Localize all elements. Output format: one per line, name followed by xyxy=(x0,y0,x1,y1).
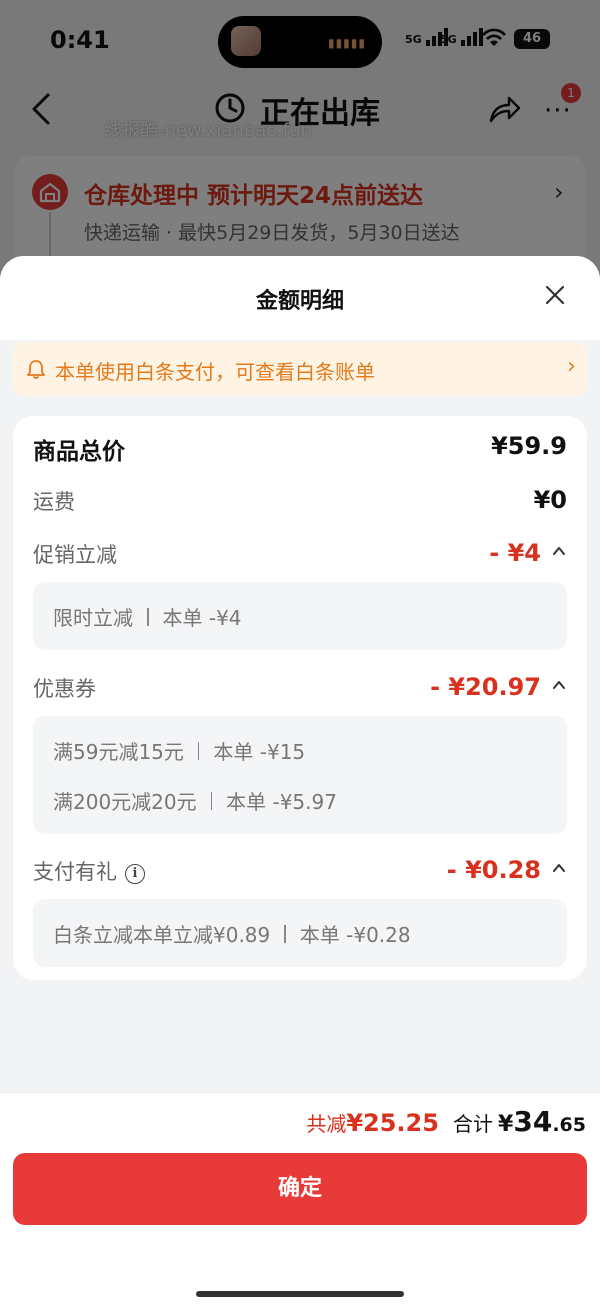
info-icon[interactable]: i xyxy=(125,864,145,884)
chevron-up-icon[interactable] xyxy=(551,677,567,693)
close-icon[interactable] xyxy=(542,282,568,308)
payment-gift-row[interactable]: 支付有礼 i - ¥0.28 xyxy=(33,856,567,888)
confirm-button[interactable]: 确定 xyxy=(13,1153,587,1225)
total-label: 合计 xyxy=(452,1112,493,1136)
coupon-detail-line: 满200元减20元 本单 -¥5.97 xyxy=(53,786,337,815)
detail-amount: 本单 -¥4 xyxy=(162,606,242,630)
coupon-row[interactable]: 优惠券 - ¥20.97 xyxy=(33,673,567,705)
promotion-value: - ¥4 xyxy=(489,539,541,567)
shipping-value: ¥0 xyxy=(533,486,567,514)
payment-gift-detail-box: 白条立减本单立减¥0.89 本单 -¥0.28 xyxy=(33,899,567,967)
detail-name: 限时立减 xyxy=(53,606,133,630)
goods-total-label: 商品总价 xyxy=(33,439,125,465)
shipping-row: 运费 ¥0 xyxy=(33,486,567,518)
chevron-up-icon[interactable] xyxy=(551,860,567,876)
coupon-label: 优惠券 xyxy=(33,677,96,701)
bell-icon xyxy=(27,360,45,379)
total-integer: 34 xyxy=(513,1105,553,1138)
divider xyxy=(284,925,286,943)
amount-detail-sheet: 金额明细 本单使用白条支付，可查看白条账单 › 商品总价 ¥59.9 运费 ¥0… xyxy=(0,256,600,1306)
payment-gift-detail-line: 白条立减本单立减¥0.89 本单 -¥0.28 xyxy=(53,919,411,948)
divider xyxy=(210,792,213,810)
payment-gift-label-wrap: 支付有礼 i xyxy=(33,856,145,886)
notice-text: 本单使用白条支付，可查看白条账单 xyxy=(55,360,375,384)
payment-gift-label: 支付有礼 xyxy=(33,860,117,884)
total-discount-amount: ¥25.25 xyxy=(346,1109,439,1137)
divider xyxy=(197,742,200,760)
detail-name: 满200元减20元 xyxy=(53,790,197,814)
detail-amount: 本单 -¥5.97 xyxy=(226,790,337,814)
payment-gift-value: - ¥0.28 xyxy=(446,856,541,884)
sheet-header: 金额明细 xyxy=(0,256,600,340)
promotion-row[interactable]: 促销立减 - ¥4 xyxy=(33,539,567,571)
promotion-detail-box: 限时立减 本单 -¥4 xyxy=(33,582,567,650)
chevron-right-icon: › xyxy=(567,354,576,379)
total-currency: ¥ xyxy=(498,1112,514,1137)
detail-amount: 本单 -¥0.28 xyxy=(299,923,411,947)
chevron-up-icon[interactable] xyxy=(551,543,567,559)
home-indicator[interactable] xyxy=(196,1291,404,1297)
sheet-title: 金额明细 xyxy=(255,289,344,314)
detail-amount: 本单 -¥15 xyxy=(213,740,306,764)
totals-summary: 共减¥25.25 合计 ¥34.65 xyxy=(306,1105,586,1138)
baitiao-bill-notice[interactable]: 本单使用白条支付，可查看白条账单 › xyxy=(13,342,587,396)
promotion-label: 促销立减 xyxy=(33,543,117,567)
total-discount-label: 共减 xyxy=(306,1112,347,1136)
detail-name: 满59元减15元 xyxy=(53,740,184,764)
total-decimal: .65 xyxy=(552,1114,586,1136)
detail-name: 白条立减本单立减¥0.89 xyxy=(53,923,271,947)
divider xyxy=(147,608,149,626)
sheet-footer: 共减¥25.25 合计 ¥34.65 确定 xyxy=(0,1092,600,1306)
shipping-label: 运费 xyxy=(33,490,75,514)
coupon-detail-box: 满59元减15元 本单 -¥15 满200元减20元 本单 -¥5.97 xyxy=(33,716,567,834)
price-detail-card: 商品总价 ¥59.9 运费 ¥0 促销立减 - ¥4 限时立减 本单 -¥4 优惠… xyxy=(13,416,587,980)
goods-total-row: 商品总价 ¥59.9 xyxy=(33,432,567,465)
promotion-detail-line: 限时立减 本单 -¥4 xyxy=(53,602,242,631)
coupon-value: - ¥20.97 xyxy=(430,673,541,701)
goods-total-value: ¥59.9 xyxy=(491,432,567,460)
coupon-detail-line: 满59元减15元 本单 -¥15 xyxy=(53,736,305,765)
